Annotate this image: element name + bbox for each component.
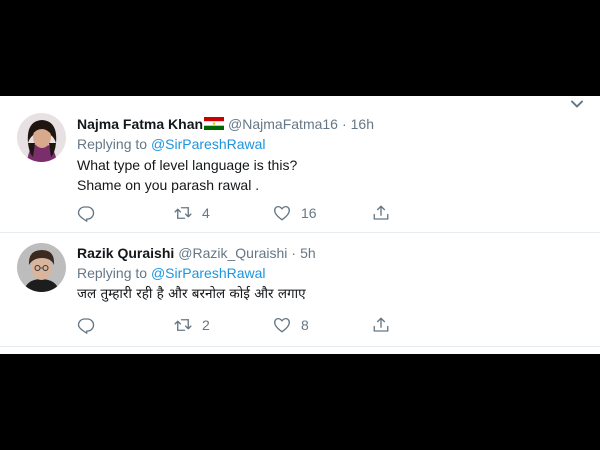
like-button[interactable]: 8 bbox=[273, 314, 309, 336]
share-button[interactable] bbox=[372, 202, 390, 224]
retweet-icon bbox=[174, 319, 192, 331]
display-name[interactable]: Razik Quraishi bbox=[77, 245, 174, 261]
share-icon bbox=[373, 317, 389, 332]
reply-icon bbox=[77, 318, 95, 334]
retweet-count: 2 bbox=[202, 317, 210, 333]
tweet-text-line: जल तुम्हारी रही है और बरनोल कोई और लगाए bbox=[77, 286, 306, 302]
tweet-actions: 2 8 bbox=[77, 314, 477, 336]
replying-to-line: Replying to @SirPareshRawal bbox=[77, 134, 266, 154]
like-count: 8 bbox=[301, 317, 309, 333]
retweet-button[interactable]: 2 bbox=[174, 314, 210, 336]
tweet-timestamp[interactable]: 16h bbox=[351, 116, 374, 132]
avatar[interactable] bbox=[17, 113, 66, 162]
bottom-black-band bbox=[0, 354, 600, 450]
replying-to-label: Replying to bbox=[77, 136, 148, 152]
share-icon bbox=[373, 205, 389, 220]
top-black-band bbox=[0, 0, 600, 96]
tweet-header: Najma Fatma Khan @NajmaFatma16 · 16h bbox=[77, 114, 374, 134]
display-name[interactable]: Najma Fatma Khan bbox=[77, 116, 203, 132]
separator-dot: · bbox=[291, 245, 297, 261]
replying-to-mention-link[interactable]: @SirPareshRawal bbox=[151, 265, 266, 281]
replying-to-label: Replying to bbox=[77, 265, 148, 281]
reply-button[interactable] bbox=[77, 314, 95, 336]
reply-icon bbox=[77, 206, 95, 222]
separator-dot: · bbox=[341, 116, 347, 132]
like-button[interactable]: 16 bbox=[273, 202, 317, 224]
like-count: 16 bbox=[301, 205, 317, 221]
heart-icon bbox=[274, 205, 290, 221]
replying-to-mention-link[interactable]: @SirPareshRawal bbox=[151, 136, 266, 152]
avatar[interactable] bbox=[17, 243, 66, 292]
tweet-2[interactable]: Razik Quraishi @Razik_Quraishi · 5h Replyin… bbox=[0, 233, 600, 347]
retweet-icon bbox=[174, 207, 192, 219]
heart-icon bbox=[274, 317, 290, 333]
retweet-button[interactable]: 4 bbox=[174, 202, 210, 224]
tweet-timestamp[interactable]: 5h bbox=[300, 245, 316, 261]
replying-to-line: Replying to @SirPareshRawal bbox=[77, 263, 266, 283]
user-handle[interactable]: @Razik_Quraishi bbox=[178, 245, 287, 261]
share-button[interactable] bbox=[372, 314, 390, 336]
tweet-text-line: What type of level language is this? bbox=[77, 157, 298, 173]
tweet-1[interactable]: Najma Fatma Khan @NajmaFatma16 · 16h Replyi… bbox=[0, 96, 600, 233]
tajikistan-flag-icon bbox=[204, 117, 225, 130]
user-handle[interactable]: @NajmaFatma16 bbox=[228, 116, 338, 132]
reply-button[interactable] bbox=[77, 202, 95, 224]
tweet-header: Razik Quraishi @Razik_Quraishi · 5h bbox=[77, 243, 316, 263]
chevron-down-icon[interactable] bbox=[569, 96, 585, 112]
retweet-count: 4 bbox=[202, 205, 210, 221]
tweet-thread-panel: Najma Fatma Khan @NajmaFatma16 · 16h Replyi… bbox=[0, 96, 600, 354]
tweet-actions: 4 16 bbox=[77, 202, 477, 224]
tweet-text-line: Shame on you parash rawal . bbox=[77, 177, 260, 193]
